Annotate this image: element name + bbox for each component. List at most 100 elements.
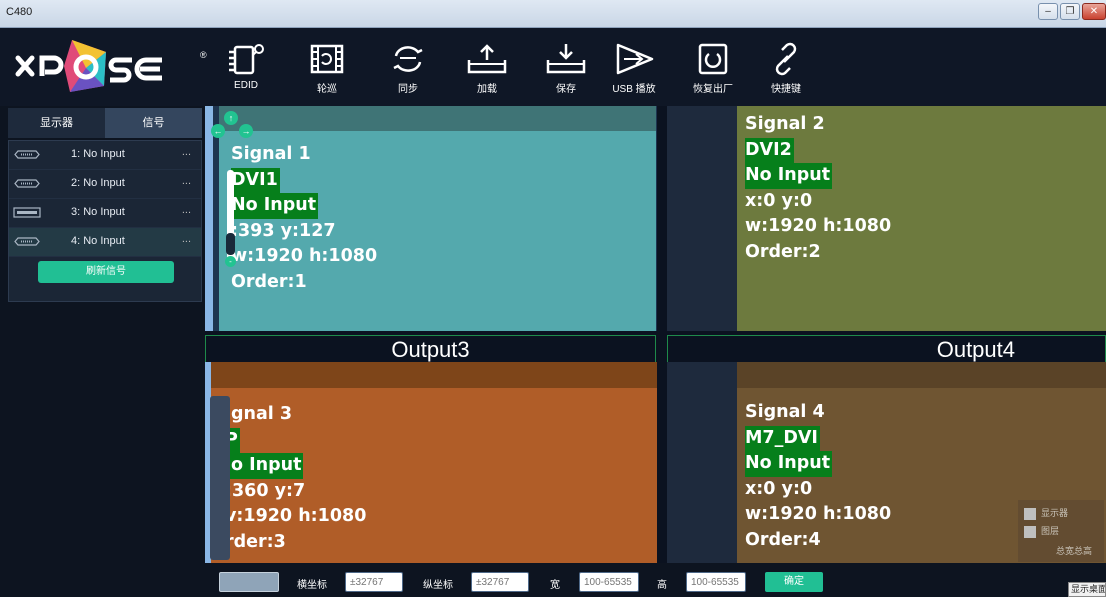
width-label: 宽	[550, 580, 560, 591]
move-right-handle-icon[interactable]: →	[239, 124, 253, 138]
edid-chip-icon	[229, 44, 264, 75]
window-signal-name: ignal 3	[225, 404, 293, 424]
toolbar-load-label: 加载	[477, 84, 497, 95]
toolbar-usb-play-label: USB 播放	[612, 84, 656, 95]
legend-display-label: 显示器	[1041, 508, 1069, 518]
legend-layer-label: 图层	[1041, 526, 1060, 536]
hdmi-port-icon	[13, 207, 41, 218]
signal-item-2[interactable]: 2: No Input ...	[9, 170, 201, 199]
toolbar-usb-play-button[interactable]: USB 播放	[604, 42, 664, 100]
output2-area: Signal 2 DVI2 No Input x:0 y:0 w:1920 h:…	[667, 106, 1106, 331]
legend-swatch	[1024, 507, 1036, 520]
height-input[interactable]	[686, 572, 746, 592]
signal-window-1[interactable]: Signal 1 DVI1 No Input :393 y:127 w:1920…	[219, 106, 656, 331]
signal-window-3[interactable]: ignal 3 P lo Input :360 y:7 v:1920 h:108…	[211, 362, 657, 563]
tab-display[interactable]: 显示器	[8, 108, 105, 138]
toolbar-save-label: 保存	[556, 84, 576, 95]
dvi-port-icon	[14, 237, 40, 246]
output3-area: ignal 3 P lo Input :360 y:7 v:1920 h:108…	[205, 362, 657, 563]
dvi-port-icon	[14, 150, 40, 159]
toolbar-edid-label: EDID	[234, 80, 258, 91]
minimize-button[interactable]: –	[1038, 3, 1058, 20]
film-cycle-icon	[310, 44, 344, 74]
window-signal-name: Signal 1	[231, 144, 311, 164]
y-coord-label: 纵坐标	[423, 580, 453, 591]
y-coord-input[interactable]	[471, 572, 529, 592]
window-source: M7_DVI	[745, 425, 820, 451]
window-size: w:1920 h:1080	[745, 504, 892, 524]
window-order: Order:4	[745, 529, 821, 550]
restore-button[interactable]: ❐	[1060, 3, 1080, 20]
sync-arrows-icon	[393, 46, 423, 72]
window-order: rder:3	[225, 531, 286, 552]
save-tray-icon	[546, 44, 586, 74]
window-controls: – ❐ ✕	[1038, 3, 1106, 20]
signal-item-label: 2: No Input	[71, 177, 125, 189]
toolbar-cycle-label: 轮巡	[317, 84, 337, 95]
window-status: No Input	[745, 163, 833, 189]
output3-label: Output3	[205, 335, 656, 362]
tab-signal[interactable]: 信号	[105, 108, 202, 138]
width-input[interactable]	[579, 572, 639, 592]
move-left-handle-icon[interactable]: ←	[211, 124, 225, 138]
x-coord-input[interactable]	[345, 572, 403, 592]
left-panel: 显示器 信号 1: No Input ... 2: No Input ... 3…	[0, 106, 205, 597]
signal-item-4[interactable]: 4: No Input ...	[9, 228, 201, 257]
window-position: x:0 y:0	[745, 190, 813, 211]
signal-item-1[interactable]: 1: No Input ...	[9, 141, 201, 170]
app-window: C480 – ❐ ✕ ® EDID 轮巡 同步 加载 保存 USB 播放 恢复出…	[0, 0, 1106, 597]
window-title: C480	[6, 6, 33, 18]
output4-label: Output4	[667, 335, 1106, 362]
toolbar-factory-reset-button[interactable]: 恢复出厂	[683, 42, 743, 100]
header-toolbar: ® EDID 轮巡 同步 加载 保存 USB 播放 恢复出厂 快捷键	[0, 28, 1106, 106]
signal-more-button[interactable]: ...	[182, 204, 191, 216]
window-source: DVI2	[745, 137, 794, 163]
left-tabs: 显示器 信号	[8, 108, 202, 138]
close-button[interactable]: ✕	[1082, 3, 1106, 20]
dvi-port-icon	[14, 179, 40, 188]
signal-more-button[interactable]: ...	[182, 175, 191, 187]
height-label: 高	[657, 580, 667, 591]
signal-more-button[interactable]: ...	[182, 233, 191, 245]
toolbar-factory-reset-label: 恢复出厂	[693, 84, 733, 95]
window-position: x:0 y:0	[745, 478, 813, 499]
window-order: Order:1	[231, 271, 307, 292]
toolbar-sync-button[interactable]: 同步	[378, 42, 438, 100]
toolbar-cycle-button[interactable]: 轮巡	[297, 42, 357, 100]
window-status: lo Input	[225, 453, 304, 479]
signal-window-2[interactable]: Signal 2 DVI2 No Input x:0 y:0 w:1920 h:…	[737, 106, 1106, 331]
factory-reset-icon	[698, 43, 728, 75]
title-bar: C480 – ❐ ✕	[0, 0, 1106, 28]
move-up-handle-icon[interactable]: ↑	[224, 111, 238, 125]
toolbar-edid-button[interactable]: EDID	[216, 42, 276, 100]
x-coord-label: 横坐标	[297, 580, 327, 591]
window-position: :393 y:127	[231, 220, 336, 241]
window-size: w:1920 h:1080	[745, 216, 892, 236]
legend-total-size-label: 总宽总高	[1056, 546, 1093, 556]
window-size: v:1920 h:1080	[225, 506, 367, 526]
side-scrollbar[interactable]	[210, 396, 230, 560]
toolbar-save-button[interactable]: 保存	[536, 42, 596, 100]
signal-item-3[interactable]: 3: No Input ...	[9, 199, 201, 228]
show-desktop-tooltip: 显示桌面	[1068, 582, 1106, 597]
canvas-legend: 显示器 图层 总宽总高	[1018, 500, 1104, 562]
load-tray-icon	[467, 44, 507, 74]
window-position: :360 y:7	[225, 480, 306, 501]
xpose-logo: ®	[12, 36, 207, 96]
toolbar-shortcut-label: 快捷键	[771, 84, 801, 95]
confirm-button[interactable]: 确定	[765, 572, 823, 592]
signal-item-label: 4: No Input	[71, 235, 125, 247]
output1-area: Signal 1 DVI1 No Input :393 y:127 w:1920…	[205, 106, 657, 331]
signal-item-label: 1: No Input	[71, 148, 125, 160]
signal-more-button[interactable]: ...	[182, 146, 191, 158]
refresh-signal-button[interactable]: 刷新信号	[38, 261, 174, 283]
color-swatch[interactable]	[219, 572, 279, 592]
toolbar-shortcut-button[interactable]: 快捷键	[756, 42, 816, 100]
link-shortcut-icon	[775, 42, 797, 76]
move-down-handle-icon[interactable]: -	[225, 256, 236, 267]
signal-list: 1: No Input ... 2: No Input ... 3: No In…	[8, 140, 202, 302]
toolbar-load-button[interactable]: 加载	[457, 42, 517, 100]
window-signal-name: Signal 2	[745, 114, 825, 134]
signal-item-label: 3: No Input	[71, 206, 125, 218]
window-scroll-thumb[interactable]	[226, 233, 235, 255]
